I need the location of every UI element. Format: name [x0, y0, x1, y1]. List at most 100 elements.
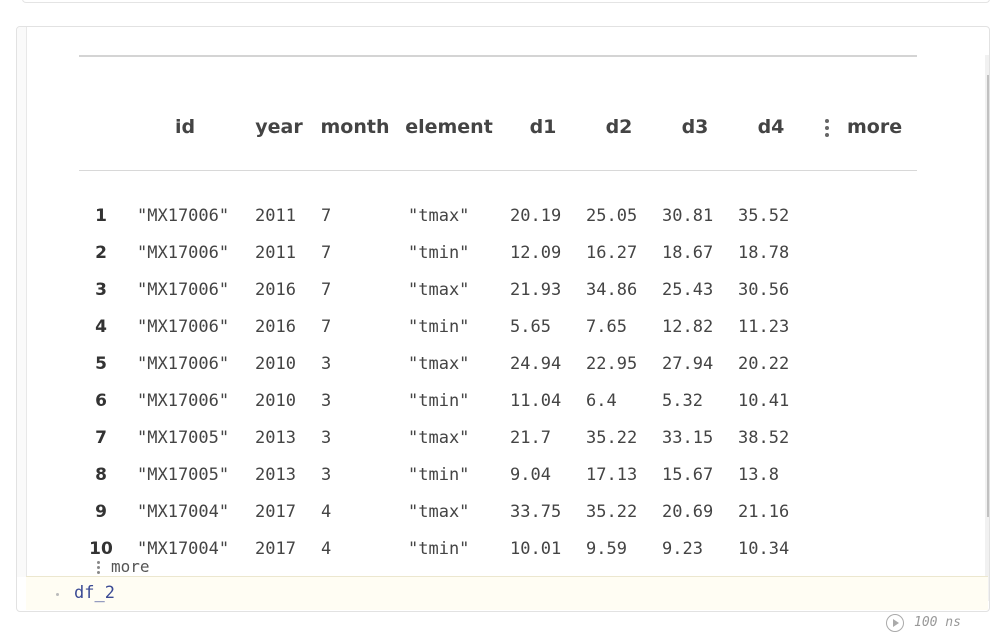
table-row: 4 "MX17006" 2016 7 "tmin" 5.65 7.65 12.82 11.23 [79, 309, 917, 346]
column-header-d1[interactable]: d1 [513, 101, 573, 153]
more-columns-label: more [847, 116, 903, 138]
scrollbar-thumb[interactable] [987, 75, 989, 517]
row-index: 8 [95, 465, 107, 485]
cell-d3: 27.94 [662, 354, 714, 374]
cell-d1: 21.7 [510, 428, 551, 448]
cell-year: 2017 [255, 539, 296, 559]
cell-element: "tmin" [408, 243, 470, 263]
table-header-rule [79, 170, 917, 171]
cell-id: "MX17006" [137, 391, 230, 411]
cell-d1: 24.94 [510, 354, 562, 374]
table-row: 3 "MX17006" 2016 7 "tmax" 21.93 34.86 25.43 30.5… [79, 272, 917, 309]
cell-d4: 38.52 [738, 428, 790, 448]
cell-d2: 17.13 [586, 465, 638, 485]
cell-d1: 11.04 [510, 391, 562, 411]
cell-code[interactable]: df_2 [74, 577, 115, 610]
cell-month: 7 [321, 280, 332, 300]
cell-bullet-icon [56, 593, 59, 596]
column-header-d2[interactable]: d2 [589, 101, 649, 153]
cell-month: 4 [321, 539, 332, 559]
table-row: 8 "MX17005" 2013 3 "tmin" 9.04 17.13 15.67 13.8 [79, 457, 917, 494]
cell-month: 3 [321, 428, 332, 448]
cell-d3: 33.15 [662, 428, 714, 448]
cell-d4: 10.41 [738, 391, 790, 411]
cell-d3: 15.67 [662, 465, 714, 485]
cell-id: "MX17004" [137, 502, 230, 522]
row-index: 9 [95, 502, 107, 522]
column-header-month[interactable]: month [317, 101, 393, 153]
cell-year: 2011 [255, 243, 296, 263]
cell-d4: 35.52 [738, 206, 790, 226]
cell-gutter[interactable] [17, 27, 27, 577]
cell-month: 4 [321, 502, 332, 522]
scroll-down-arrow-icon[interactable] [989, 589, 990, 595]
table-row: 9 "MX17004" 2017 4 "tmax" 33.75 35.22 20.69 21.1… [79, 494, 917, 531]
column-header-element[interactable]: element [403, 101, 495, 153]
previous-cell [22, 0, 990, 3]
cell-d3: 5.32 [662, 391, 703, 411]
vertical-ellipsis-icon [97, 559, 101, 576]
cell-element: "tmax" [408, 428, 470, 448]
cell-input[interactable]: df_2 [26, 576, 988, 610]
column-header-d3[interactable]: d3 [665, 101, 725, 153]
play-circle-icon[interactable] [886, 613, 904, 632]
cell-element: "tmax" [408, 206, 470, 226]
row-index: 6 [95, 391, 107, 411]
cell-id: "MX17005" [137, 428, 230, 448]
cell-element: "tmax" [408, 280, 470, 300]
cell-month: 7 [321, 206, 332, 226]
cell-d2: 6.4 [586, 391, 617, 411]
cell-d4: 10.34 [738, 539, 790, 559]
vertical-ellipsis-icon [825, 116, 829, 140]
vertical-scrollbar[interactable] [985, 55, 990, 601]
table-row: 6 "MX17006" 2010 3 "tmin" 11.04 6.4 5.32 10.41 [79, 383, 917, 420]
row-index: 1 [95, 206, 107, 226]
cell-year: 2013 [255, 428, 296, 448]
more-rows-label: more [111, 557, 150, 576]
cell-d1: 20.19 [510, 206, 562, 226]
row-index: 7 [95, 428, 107, 448]
cell-element: "tmax" [408, 354, 470, 374]
cell-year: 2013 [255, 465, 296, 485]
cell-year: 2016 [255, 280, 296, 300]
cell-d4: 21.16 [738, 502, 790, 522]
row-index: 3 [95, 280, 107, 300]
cell-element: "tmin" [408, 465, 470, 485]
cell-month: 7 [321, 317, 332, 337]
cell-id: "MX17006" [137, 206, 230, 226]
cell-id: "MX17006" [137, 280, 230, 300]
table-row: 1 "MX17006" 2011 7 "tmax" 20.19 25.05 30.81 35.5… [79, 198, 917, 235]
cell-d1: 10.01 [510, 539, 562, 559]
cell-d4: 20.22 [738, 354, 790, 374]
output-cell: id year month element d1 d2 d3 d4 more 1… [16, 26, 990, 612]
table-row: 7 "MX17005" 2013 3 "tmax" 21.7 35.22 33.15 38.52 [79, 420, 917, 457]
more-columns-toggle[interactable]: more [825, 101, 902, 153]
cell-d3: 30.81 [662, 206, 714, 226]
cell-d1: 12.09 [510, 243, 562, 263]
column-header-d4[interactable]: d4 [741, 101, 801, 153]
cell-d1: 5.65 [510, 317, 551, 337]
table-row: 5 "MX17006" 2010 3 "tmax" 24.94 22.95 27.94 20.2… [79, 346, 917, 383]
cell-d2: 16.27 [586, 243, 638, 263]
cell-month: 7 [321, 243, 332, 263]
cell-d4: 18.78 [738, 243, 790, 263]
row-index: 5 [95, 354, 107, 374]
cell-id: "MX17005" [137, 465, 230, 485]
cell-month: 3 [321, 391, 332, 411]
cell-d3: 20.69 [662, 502, 714, 522]
column-header-year[interactable]: year [251, 101, 307, 153]
cell-d3: 9.23 [662, 539, 703, 559]
runtime-label: 100 ns [914, 615, 961, 630]
column-header-id[interactable]: id [151, 101, 219, 153]
cell-d2: 34.86 [586, 280, 638, 300]
cell-d2: 35.22 [586, 502, 638, 522]
scroll-up-arrow-icon[interactable] [989, 61, 990, 67]
cell-d3: 18.67 [662, 243, 714, 263]
cell-id: "MX17006" [137, 243, 230, 263]
cell-element: "tmax" [408, 502, 470, 522]
cell-year: 2017 [255, 502, 296, 522]
cell-d3: 12.82 [662, 317, 714, 337]
cell-d2: 25.05 [586, 206, 638, 226]
cell-id: "MX17006" [137, 354, 230, 374]
cell-year: 2010 [255, 354, 296, 374]
